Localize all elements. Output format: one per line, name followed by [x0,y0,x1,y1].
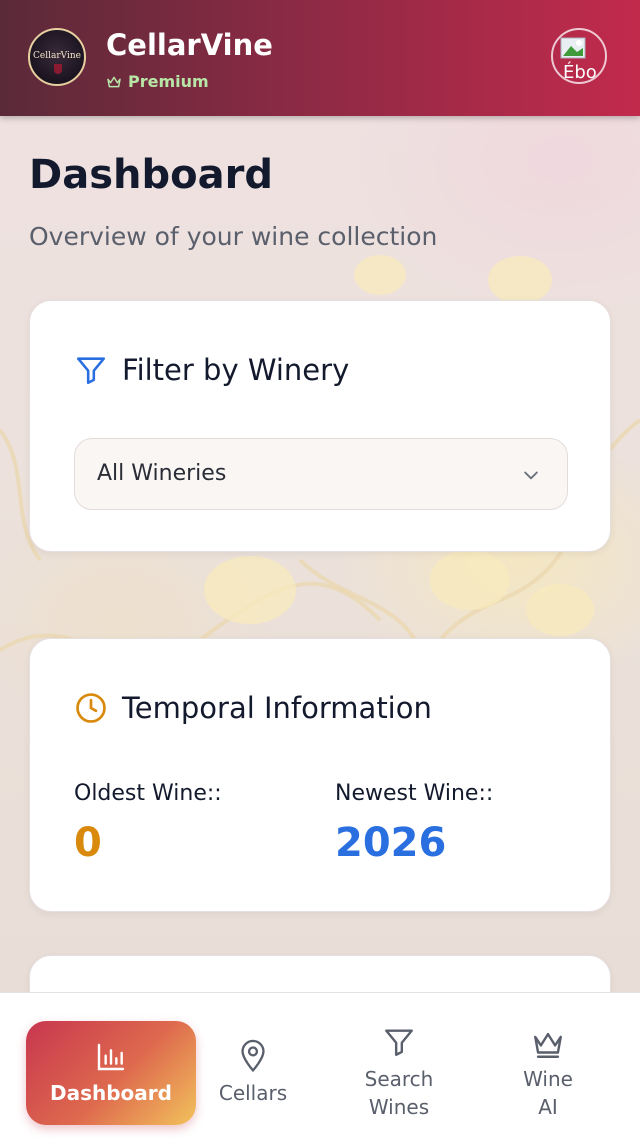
premium-label: Premium [128,72,209,91]
newest-wine-stat: Newest Wine:: 2026 [335,781,493,866]
filter-icon [385,1029,413,1056]
newest-wine-value: 2026 [335,820,447,866]
temporal-card-title: Temporal Information [122,691,432,725]
user-avatar[interactable]: Ébo [551,28,607,84]
nav-search-label-line1: Search [364,1067,434,1091]
page-subtitle: Overview of your wine collection [29,222,438,251]
clock-icon [76,693,106,723]
nav-wine-ai-label-line1: Wine [523,1067,573,1091]
oldest-wine-value: 0 [74,820,102,866]
filter-icon [76,357,106,385]
premium-badge: Premium [106,72,209,91]
nav-search-label-line2: Wines [368,1095,430,1119]
nav-dashboard[interactable]: Dashboard [26,1021,196,1125]
map-pin-icon [241,1039,265,1073]
temporal-card: Temporal Information Oldest Wine:: 0 New… [29,638,611,912]
newest-wine-label: Newest Wine:: [335,781,494,806]
app-header: CellarVine CellarVine Premium Ébo [0,0,640,116]
oldest-wine-stat: Oldest Wine:: 0 [74,781,222,866]
crown-icon [534,1032,562,1058]
logo-wordmark: CellarVine [33,51,81,61]
crown-icon [107,76,121,87]
filter-card-title: Filter by Winery [122,353,350,387]
oldest-wine-label: Oldest Wine:: [74,781,222,806]
temporal-card-header: Temporal Information [74,691,432,725]
filter-card: Filter by Winery All Wineries [29,300,611,552]
page-title: Dashboard [29,152,273,198]
filter-card-header: Filter by Winery [74,353,349,387]
bottom-nav: Dashboard Cellars Search Wines Wine AI [0,992,640,1138]
bar-chart-icon [97,1043,125,1071]
nav-cellars-label: Cellars [218,1081,288,1105]
nav-wine-ai[interactable]: Wine AI [500,1021,596,1125]
app-logo[interactable]: CellarVine [28,28,86,86]
nav-search-wines[interactable]: Search Wines [348,1021,450,1125]
app-title: CellarVine [106,28,273,62]
nav-wine-ai-label-line2: AI [538,1095,558,1119]
avatar-alt-text: Ébo [563,62,597,83]
nav-cellars[interactable]: Cellars [205,1021,301,1125]
chevron-down-icon [524,471,538,480]
wine-glass-icon [54,64,62,74]
winery-select-value: All Wineries [97,461,227,486]
nav-dashboard-label: Dashboard [50,1081,172,1105]
winery-select[interactable]: All Wineries [74,438,568,510]
